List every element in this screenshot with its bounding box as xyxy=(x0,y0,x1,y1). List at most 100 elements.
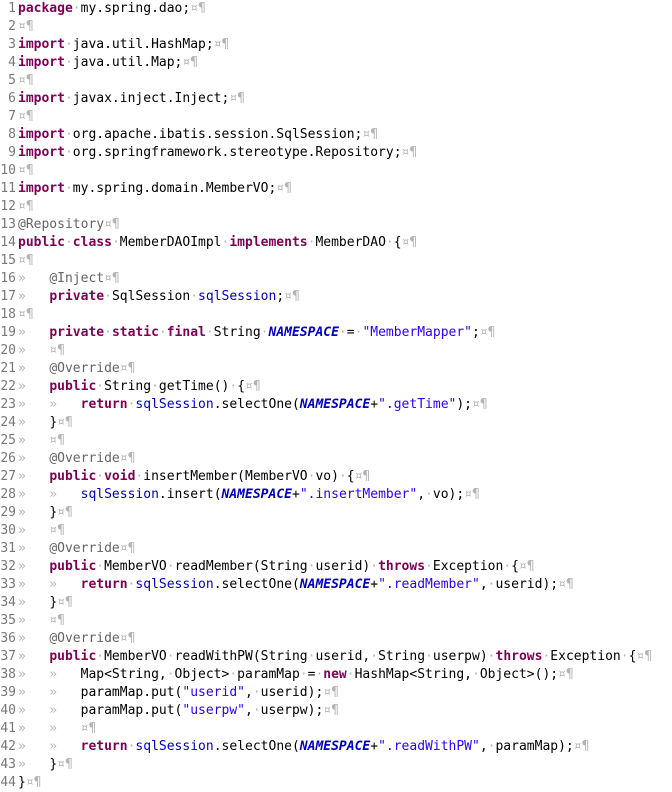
code-line[interactable]: 41» » ¤¶ xyxy=(0,720,672,738)
code-line[interactable]: 38» » Map<String,·Object>·paramMap·=·new… xyxy=(0,666,672,684)
code-token: } xyxy=(49,415,58,430)
code-token: @Override xyxy=(49,541,120,556)
code-line[interactable]: 39» » paramMap.put("userid",·userid);¤¶ xyxy=(0,684,672,702)
code-line[interactable]: 37» public·MemberVO·readWithPW(String·us… xyxy=(0,648,672,666)
code-token: String xyxy=(213,325,261,340)
code-token: insertMember(MemberVO xyxy=(143,469,308,484)
whitespace-marker: · xyxy=(96,649,105,664)
code-line[interactable]: 20» ¤¶ xyxy=(0,342,672,360)
whitespace-marker: ¤¶ xyxy=(354,469,371,484)
whitespace-marker: · xyxy=(229,379,238,394)
code-text: » }¤¶ xyxy=(18,414,73,432)
whitespace-marker: ¤¶ xyxy=(57,757,73,772)
whitespace-marker: · xyxy=(425,649,433,664)
line-number: 12 xyxy=(0,199,16,214)
code-line[interactable]: 27» public·void·insertMember(MemberVO·vo… xyxy=(0,468,672,486)
code-line[interactable]: 33» » return·sqlSession.selectOne(NAMESP… xyxy=(0,576,672,594)
code-line[interactable]: 12 ¤¶ xyxy=(0,198,672,216)
code-line[interactable]: 4 import·java.util.Map;¤¶ xyxy=(0,54,672,72)
whitespace-marker: · xyxy=(151,379,159,394)
code-line[interactable]: 1 package·my.spring.dao;¤¶ xyxy=(0,0,672,18)
code-line[interactable]: 10 ¤¶ xyxy=(0,162,672,180)
code-token: NAMESPACE xyxy=(299,739,371,754)
code-line[interactable]: 36» @Override¤¶ xyxy=(0,630,672,648)
code-line[interactable]: 31» @Override¤¶ xyxy=(0,540,672,558)
code-line[interactable]: 22» public·String·getTime()·{¤¶ xyxy=(0,378,672,396)
code-line[interactable]: 9 import·org.springframework.stereotype.R… xyxy=(0,144,672,162)
code-line[interactable]: 30» ¤¶ xyxy=(0,522,672,540)
code-line[interactable]: 13 @Repository¤¶ xyxy=(0,216,672,234)
whitespace-marker: ¤¶ xyxy=(182,55,199,70)
whitespace-marker: ¤¶ xyxy=(190,1,206,16)
code-line[interactable]: 34» }¤¶ xyxy=(0,594,672,612)
code-text: ¤¶ xyxy=(18,18,34,36)
code-token: sqlSession xyxy=(198,289,277,304)
code-line[interactable]: 42» » return·sqlSession.selectOne(NAMESP… xyxy=(0,738,672,756)
code-text: ¤¶ xyxy=(18,108,34,126)
code-line[interactable]: 19» private·static·final·String·NAMESPAC… xyxy=(0,324,672,342)
line-number: 41 xyxy=(0,721,16,736)
code-token: .insert( xyxy=(158,487,222,502)
code-line[interactable]: 7 ¤¶ xyxy=(0,108,672,126)
line-number: 23 xyxy=(0,397,16,412)
whitespace-marker: ¤¶ xyxy=(18,109,34,124)
whitespace-marker: · xyxy=(64,91,73,106)
code-line[interactable]: 2 ¤¶ xyxy=(0,18,672,36)
whitespace-marker: » xyxy=(18,415,50,430)
code-line[interactable]: 28» » sqlSession.insert(NAMESPACE+".inse… xyxy=(0,486,672,504)
code-token: .selectOne( xyxy=(213,397,300,412)
code-text: » » return·sqlSession.selectOne(NAMESPAC… xyxy=(18,738,589,756)
code-text: » public·MemberVO·readWithPW(String·user… xyxy=(18,648,652,666)
code-line[interactable]: 21» @Override¤¶ xyxy=(0,360,672,378)
line-number: 35 xyxy=(0,613,16,628)
code-text: » public·MemberVO·readMember(String·user… xyxy=(18,558,535,576)
line-number: 6 xyxy=(8,91,16,106)
code-line[interactable]: 44}¤¶ xyxy=(0,774,672,792)
code-line[interactable]: 15 ¤¶ xyxy=(0,252,672,270)
whitespace-marker: · xyxy=(64,235,73,250)
code-line[interactable]: 6 import·javax.inject.Inject;¤¶ xyxy=(0,90,672,108)
code-line[interactable]: 17» private·SqlSession·sqlSession;¤¶ xyxy=(0,288,672,306)
code-line[interactable]: 18 ¤¶ xyxy=(0,306,672,324)
code-line[interactable]: 40» » paramMap.put("userpw",·userpw);¤¶ xyxy=(0,702,672,720)
whitespace-marker: » » xyxy=(18,739,81,754)
whitespace-marker: ¤¶ xyxy=(323,703,339,718)
code-line[interactable]: 11 import·my.spring.domain.MemberVO;¤¶ xyxy=(0,180,672,198)
code-line[interactable]: 23» » return·sqlSession.selectOne(NAMESP… xyxy=(0,396,672,414)
whitespace-marker: · xyxy=(385,235,394,250)
whitespace-marker: ¤¶ xyxy=(57,415,73,430)
code-text: » » return·sqlSession.selectOne(NAMESPAC… xyxy=(18,396,488,414)
code-line[interactable]: 14 public·class·MemberDAOImpl·implements·… xyxy=(0,234,672,252)
code-text: » @Override¤¶ xyxy=(18,540,135,558)
code-line[interactable]: 5 ¤¶ xyxy=(0,72,672,90)
code-token: void xyxy=(104,469,136,484)
code-line[interactable]: 24» }¤¶ xyxy=(0,414,672,432)
line-number: 19 xyxy=(0,325,16,340)
code-text: import·org.apache.ibatis.session.SqlSess… xyxy=(18,126,378,144)
code-token: ".insertMember" xyxy=(299,487,418,502)
whitespace-marker: » xyxy=(18,631,50,646)
code-line[interactable]: 3 import·java.util.HashMap;¤¶ xyxy=(0,36,672,54)
line-number: 5 xyxy=(8,73,16,88)
code-line[interactable]: 29» }¤¶ xyxy=(0,504,672,522)
code-line[interactable]: 16» @Inject¤¶ xyxy=(0,270,672,288)
whitespace-marker: ¤¶ xyxy=(119,541,136,556)
code-token: { xyxy=(511,559,519,574)
code-token: ".getTime" xyxy=(378,397,457,412)
code-line[interactable]: 35» ¤¶ xyxy=(0,612,672,630)
code-editor[interactable]: 1 package·my.spring.dao;¤¶ 2 ¤¶ 3 import·java… xyxy=(0,0,672,792)
code-line[interactable]: 8 import·org.apache.ibatis.session.SqlSes… xyxy=(0,126,672,144)
code-token: getTime() xyxy=(158,379,230,394)
code-line[interactable]: 43» }¤¶ xyxy=(0,756,672,774)
code-token: Exception xyxy=(432,559,504,574)
whitespace-marker: » ¤¶ xyxy=(18,523,65,538)
whitespace-marker: · xyxy=(72,1,81,16)
code-token: import xyxy=(18,181,65,196)
line-number: 7 xyxy=(8,109,16,124)
code-token: "userpw" xyxy=(182,703,245,718)
code-line[interactable]: 25» ¤¶ xyxy=(0,432,672,450)
line-number: 25 xyxy=(0,433,16,448)
code-line[interactable]: 32» public·MemberVO·readMember(String·us… xyxy=(0,558,672,576)
code-token: ".readWithPW" xyxy=(378,739,480,754)
code-line[interactable]: 26» @Override¤¶ xyxy=(0,450,672,468)
